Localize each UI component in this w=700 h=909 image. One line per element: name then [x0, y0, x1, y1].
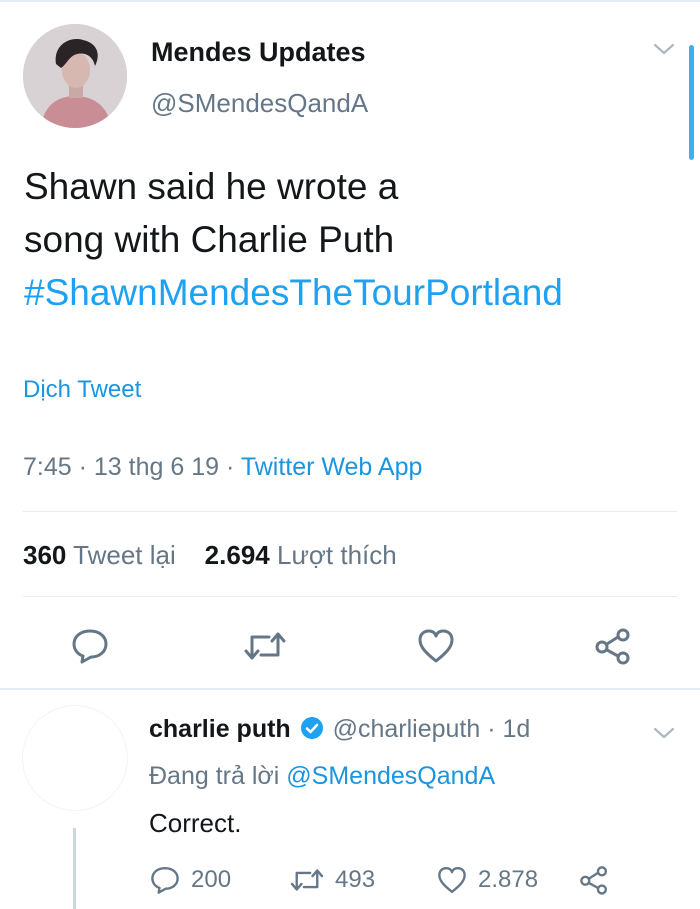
reply-icon[interactable] [70, 627, 110, 670]
reply-author-avatar[interactable] [23, 706, 127, 810]
replying-to: Đang trả lời @SMendesQandA [149, 762, 495, 791]
meta-separator: · [78, 453, 87, 481]
author-name[interactable]: Mendes Updates [151, 37, 366, 68]
tweet-text-line-1: Shawn said he wrote a [24, 166, 399, 207]
translate-tweet-link[interactable]: Dịch Tweet [23, 376, 141, 404]
tweet-text-line-2: song with Charlie Puth [24, 219, 395, 260]
reply-menu-chevron-icon[interactable] [652, 724, 676, 747]
section-divider [0, 688, 700, 690]
heart-icon [438, 866, 466, 894]
reply-like-button[interactable]: 2.878 [436, 865, 538, 895]
heart-icon[interactable] [416, 627, 456, 670]
likes-count: 2.694 [204, 540, 270, 570]
meta-separator: · [225, 453, 235, 481]
reply-author-handle[interactable]: @charlieputh [333, 715, 481, 743]
reply-retweet-count: 493 [335, 866, 376, 893]
reply-retweet-button[interactable]: 493 [289, 865, 375, 895]
tweet-meta: 7:45 · 13 thg 6 19 · Twitter Web App [23, 453, 422, 482]
retweet-icon [290, 869, 324, 891]
share-icon[interactable] [593, 627, 633, 670]
likes-stat[interactable]: 2.694 Lượt thích [205, 540, 397, 570]
divider [23, 511, 677, 512]
top-border [0, 0, 700, 2]
thread-line [73, 828, 76, 909]
divider [23, 596, 677, 597]
tweet-text: Shawn said he wrote a song with Charlie … [24, 160, 674, 319]
retweets-stat[interactable]: 360 Tweet lại [23, 540, 176, 570]
avatar-photo [23, 24, 127, 128]
reply-like-count: 2.878 [478, 866, 539, 893]
retweet-icon[interactable] [243, 627, 287, 670]
reply-icon [151, 866, 179, 894]
tweet-stats: 360 Tweet lại 2.694 Lượt thích [23, 540, 397, 571]
reply-reply-count: 200 [191, 866, 232, 893]
tweet-source-link[interactable]: Twitter Web App [241, 453, 423, 481]
reply-time[interactable]: 1d [503, 715, 531, 743]
share-icon [580, 866, 608, 895]
likes-label: Lượt thích [276, 540, 397, 570]
replying-mention-link[interactable]: @SMendesQandA [286, 762, 495, 790]
reply-author-name[interactable]: charlie puth [149, 715, 291, 743]
tweet-time: 7:45 [23, 453, 72, 481]
tweet-menu-chevron-icon[interactable] [652, 40, 676, 63]
reply-text: Correct. [149, 808, 242, 838]
author-avatar[interactable] [23, 24, 127, 128]
tweet-date: 13 thg 6 19 [93, 453, 220, 481]
reply-header: charlie puth @charlieputh · 1d [149, 715, 530, 747]
verified-badge-icon [300, 716, 324, 747]
scrollbar[interactable] [689, 45, 694, 160]
retweets-count: 360 [23, 540, 67, 570]
reply-separator: · [487, 715, 496, 743]
replying-prefix: Đang trả lời [149, 762, 280, 790]
reply-share-button[interactable] [578, 865, 610, 895]
author-handle[interactable]: @SMendesQandA [151, 88, 368, 119]
reply-reply-button[interactable]: 200 [149, 865, 231, 895]
hashtag-link[interactable]: #ShawnMendesTheTourPortland [24, 266, 674, 319]
retweets-label: Tweet lại [73, 540, 176, 570]
